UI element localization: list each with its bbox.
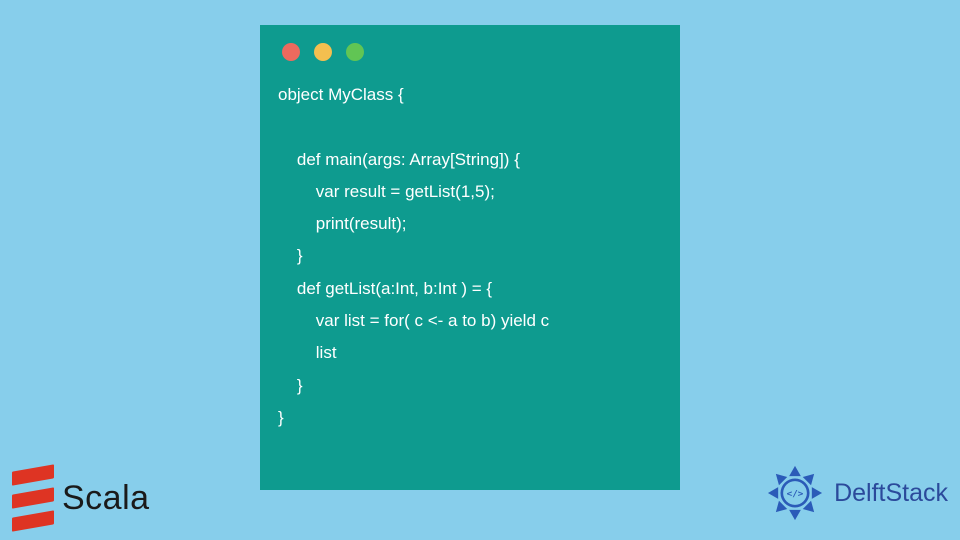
scala-logo-text: Scala [62, 479, 150, 518]
delftstack-logo: </> DelftStack [762, 460, 948, 526]
delftstack-logo-text: DelftStack [834, 479, 948, 508]
svg-text:</>: </> [787, 488, 804, 499]
code-window: object MyClass { def main(args: Array[St… [260, 25, 680, 490]
close-icon[interactable] [282, 43, 300, 61]
scala-logo: Scala [12, 468, 150, 528]
window-controls [278, 43, 662, 61]
maximize-icon[interactable] [346, 43, 364, 61]
code-block: object MyClass { def main(args: Array[St… [278, 79, 662, 434]
scala-icon [12, 468, 54, 528]
delftstack-icon: </> [762, 460, 828, 526]
minimize-icon[interactable] [314, 43, 332, 61]
